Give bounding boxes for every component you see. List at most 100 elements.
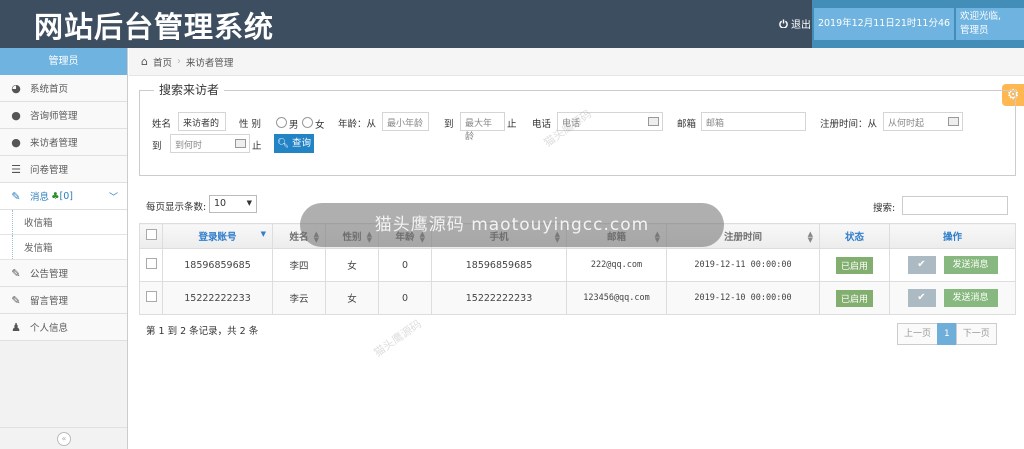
page-size-select[interactable]: 10 ▼ — [209, 195, 257, 213]
edit-icon: ✎ — [11, 266, 21, 280]
cell-name: 李云 — [272, 281, 326, 315]
cell-phone: 18596859685 — [431, 248, 567, 282]
sidebar-item-label: 咨询师管理 — [30, 111, 78, 122]
col-account[interactable]: 登录账号 ▼ — [162, 223, 273, 249]
sidebar-subitem-inbox[interactable]: 收信箱 — [0, 210, 127, 235]
collapse-icon[interactable]: « — [57, 432, 71, 446]
name-input[interactable]: 来访者的 — [178, 112, 226, 131]
query-button[interactable]: 🔍︎ 查询 — [274, 134, 314, 153]
page-size-value: 10 — [214, 198, 227, 209]
reg-from-input[interactable]: 从何时起 — [883, 112, 963, 131]
cell-phone: 15222222233 — [431, 281, 567, 315]
send-message-button[interactable]: 发送消息 — [943, 289, 998, 307]
top-header: 网站后台管理系统 退出 2019年12月11日21时11分46秒 欢迎光临, 管… — [0, 0, 1024, 61]
cell-status: 已启用 — [819, 248, 890, 282]
per-page-label: 每页显示条数: — [146, 202, 207, 213]
logout-label: 退出 — [791, 20, 811, 31]
send-message-button[interactable]: 发送消息 — [943, 256, 998, 274]
gender-male-label: 男 — [289, 120, 299, 131]
cell-reg-time: 2019-12-10 00:00:00 — [666, 281, 820, 315]
cell-actions: ✔ 发送消息 — [889, 281, 1016, 315]
gender-female-radio[interactable] — [302, 117, 313, 128]
next-page-button[interactable]: 下一页 — [955, 323, 997, 345]
age-end-label: 止 — [507, 119, 517, 130]
datetime-display: 2019年12月11日21时11分46秒 — [814, 8, 954, 61]
home-icon: ⌂ — [141, 55, 148, 68]
reg-to-placeholder: 到何时 — [175, 141, 203, 151]
sidebar-item-label: 个人信息 — [30, 323, 69, 334]
user-icon: ● — [11, 135, 21, 149]
cell-gender: 女 — [325, 281, 379, 315]
check-button[interactable]: ✔ — [907, 289, 936, 307]
status-badge: 已启用 — [835, 289, 873, 307]
sidebar-item-label: 问卷管理 — [30, 165, 69, 176]
user-menu[interactable]: 欢迎光临, 管理员 — [956, 8, 1024, 40]
sidebar-subitem-label: 收信箱 — [24, 218, 53, 229]
watermark-text: 猫头鹰源码 — [371, 317, 425, 360]
sidebar-item-guestbook[interactable]: ✎ 留言管理 — [0, 287, 127, 314]
sidebar-item-dashboard[interactable]: ◕ 系统首页 — [0, 75, 127, 102]
email-input[interactable]: 邮箱 — [701, 112, 806, 131]
gender-female-label: 女 — [315, 120, 325, 131]
page-1-button[interactable]: 1 — [937, 323, 957, 345]
calendar-icon[interactable] — [948, 117, 959, 126]
row-checkbox[interactable] — [145, 291, 157, 302]
col-label: 注册时间 — [723, 232, 762, 243]
sidebar-item-visitors[interactable]: ● 来访者管理 — [0, 129, 127, 156]
edit-icon: ✎ — [11, 293, 21, 307]
logout-button[interactable]: 退出 — [779, 16, 811, 31]
sidebar-item-messages[interactable]: ✎ 消息 ♣ [0] ﹀ — [0, 183, 127, 210]
pagination: 上一页 1 下一页 — [897, 323, 997, 345]
sidebar-item-announcements[interactable]: ✎ 公告管理 — [0, 260, 127, 287]
cell-age: 0 — [378, 248, 432, 282]
col-label: 登录账号 — [198, 232, 237, 243]
status-badge: 已启用 — [835, 256, 873, 274]
dashboard-icon: ◕ — [11, 81, 21, 95]
gender-male-radio[interactable] — [276, 117, 287, 128]
table-row: 18596859685 李四 女 0 18596859685 222@qq.co… — [139, 248, 1016, 282]
check-icon: ✔ — [917, 259, 926, 270]
breadcrumb-current: 来访者管理 — [185, 57, 234, 69]
sidebar-item-counselors[interactable]: ● 咨询师管理 — [0, 102, 127, 129]
col-status: 状态 — [819, 223, 890, 249]
sidebar-subitem-outbox[interactable]: 发信箱 — [0, 235, 127, 260]
prev-page-button[interactable]: 上一页 — [897, 323, 939, 345]
sidebar-item-label: 留言管理 — [30, 296, 69, 307]
cell-gender: 女 — [325, 248, 379, 282]
row-checkbox[interactable] — [145, 258, 157, 269]
age-max-input[interactable]: 最大年龄 — [460, 112, 505, 142]
reg-to-input[interactable]: 到何时 — [170, 134, 250, 153]
search-icon: 🔍︎ — [276, 138, 289, 149]
reg-time-label: 注册时间：从 — [820, 119, 878, 130]
calendar-icon[interactable] — [235, 139, 246, 148]
table-search-input[interactable] — [902, 196, 1008, 215]
check-button[interactable]: ✔ — [907, 256, 936, 274]
query-button-label: 查询 — [292, 138, 312, 149]
cell-name: 李四 — [272, 248, 326, 282]
power-icon — [779, 19, 788, 28]
sort-desc-icon: ▼ — [260, 230, 266, 238]
sidebar-role: 管理员 — [0, 48, 127, 75]
breadcrumb-separator-icon: › — [177, 56, 181, 67]
user-name: 管理员 — [960, 25, 989, 36]
gender-label: 性 别 — [239, 119, 262, 130]
bell-icon: ♣ — [51, 190, 60, 202]
select-all-checkbox[interactable] — [145, 229, 157, 240]
sidebar-item-label: 来访者管理 — [30, 138, 78, 149]
caret-down-icon: ▼ — [246, 199, 252, 207]
breadcrumb-home[interactable]: 首页 — [153, 55, 172, 69]
sidebar-item-questionnaires[interactable]: ☰ 问卷管理 — [0, 156, 127, 183]
sidebar-item-profile[interactable]: ♟ 个人信息 — [0, 314, 127, 341]
name-label: 姓名 — [152, 119, 172, 130]
check-icon: ✔ — [917, 292, 926, 303]
age-min-input[interactable]: 最小年龄 — [382, 112, 429, 131]
reg-end-label: 止 — [252, 141, 262, 152]
sidebar-item-label: 公告管理 — [30, 269, 69, 280]
sidebar-subitem-label: 发信箱 — [24, 243, 53, 254]
table-summary: 第 1 到 2 条记录，共 2 条 — [146, 326, 259, 337]
cell-status: 已启用 — [819, 281, 890, 315]
row-select-cell — [139, 248, 163, 282]
breadcrumb: ⌂ 首页 › 来访者管理 — [129, 48, 1024, 76]
select-all-header — [139, 223, 163, 249]
list-icon: ☰ — [11, 162, 21, 176]
